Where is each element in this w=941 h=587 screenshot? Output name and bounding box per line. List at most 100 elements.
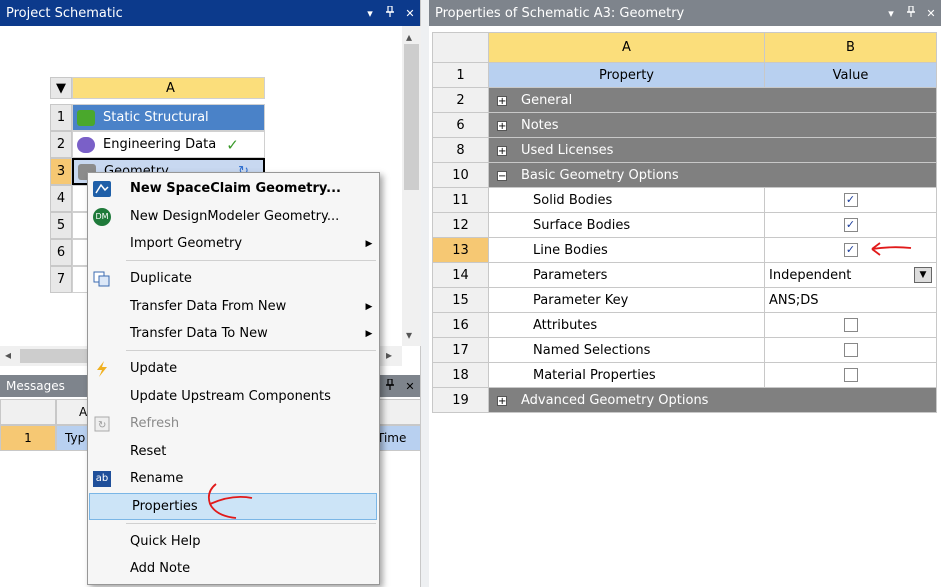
scroll-right-icon[interactable]: ▸ [386, 348, 392, 362]
property-label: Line Bodies [488, 237, 765, 263]
designmodeler-icon-text: DM [93, 207, 111, 226]
group-row-used-licenses[interactable]: 8 + Used Licenses [432, 137, 937, 163]
menu-item-label: Rename [130, 471, 184, 486]
property-value[interactable] [764, 337, 937, 363]
blank-icon [92, 388, 112, 406]
menu-separator [126, 523, 376, 524]
row-number: 5 [50, 212, 72, 239]
system-title-cell[interactable]: Static Structural [72, 104, 265, 131]
system-row-1[interactable]: 1 Static Structural [50, 104, 265, 131]
group-row-general[interactable]: 2 + General [432, 87, 937, 113]
property-value[interactable] [764, 362, 937, 388]
row-number: 15 [432, 287, 489, 313]
property-row-solid-bodies[interactable]: 11 Solid Bodies ✓ [432, 187, 937, 213]
menu-item-label: Duplicate [130, 271, 192, 286]
property-label: Material Properties [488, 362, 765, 388]
collapse-icon[interactable]: − [497, 170, 507, 181]
property-row-material-properties[interactable]: 18 Material Properties [432, 362, 937, 388]
engineering-data-cell[interactable]: Engineering Data ✓ [72, 131, 265, 158]
property-row-parameters[interactable]: 14 Parameters Independent ▼ [432, 262, 937, 288]
menu-item-label: Transfer Data To New [130, 326, 268, 341]
menu-item-reset[interactable]: Reset [88, 438, 379, 465]
property-value[interactable]: ✓ [764, 212, 937, 238]
row-number: 1 [432, 62, 489, 88]
menu-item-rename[interactable]: ab Rename [88, 465, 379, 492]
group-cell[interactable]: + General [488, 87, 937, 113]
dropdown-arrow-icon[interactable]: ▼ [914, 267, 932, 283]
line-bodies-checkbox[interactable]: ✓ [843, 243, 858, 257]
scroll-left-icon[interactable]: ◂ [5, 348, 11, 362]
row-number: 3 [50, 158, 72, 185]
menu-item-transfer-to-new[interactable]: Transfer Data To New ▶ [88, 320, 379, 347]
scroll-up-icon[interactable]: ▴ [406, 30, 412, 44]
pin-icon[interactable] [380, 5, 400, 20]
pin-icon[interactable] [380, 378, 400, 393]
menu-item-label: Update Upstream Components [130, 389, 331, 404]
menu-item-duplicate[interactable]: Duplicate [88, 265, 379, 292]
menu-item-label: Properties [132, 499, 198, 514]
group-row-basic-geometry[interactable]: 10 − Basic Geometry Options [432, 162, 937, 188]
group-cell[interactable]: + Notes [488, 112, 937, 138]
property-row-surface-bodies[interactable]: 12 Surface Bodies ✓ [432, 212, 937, 238]
scroll-down-icon[interactable]: ▾ [406, 328, 412, 342]
material-properties-checkbox[interactable] [843, 368, 858, 382]
menu-item-label: New DesignModeler Geometry... [130, 209, 340, 224]
menu-item-properties[interactable]: Properties [89, 493, 377, 520]
menu-item-quick-help[interactable]: Quick Help [88, 528, 379, 555]
menu-item-update[interactable]: Update [88, 355, 379, 382]
property-row-parameter-key[interactable]: 15 Parameter Key ANS;DS [432, 287, 937, 313]
project-schematic-titlebar: Project Schematic ▾ ✕ [0, 0, 420, 26]
corner-cell [0, 399, 56, 425]
row-number: 14 [432, 262, 489, 288]
parameter-key-field[interactable]: ANS;DS [764, 287, 937, 313]
close-icon[interactable]: ✕ [400, 380, 420, 393]
property-value[interactable]: ✓ [764, 237, 937, 263]
property-label: Named Selections [488, 337, 765, 363]
solid-bodies-checkbox[interactable]: ✓ [843, 193, 858, 207]
group-row-notes[interactable]: 6 + Notes [432, 112, 937, 138]
pin-icon[interactable] [901, 5, 921, 20]
menu-item-update-upstream[interactable]: Update Upstream Components [88, 383, 379, 410]
close-icon[interactable]: ✕ [921, 7, 941, 20]
system-row-2[interactable]: 2 Engineering Data ✓ [50, 131, 265, 158]
property-row-line-bodies[interactable]: 13 Line Bodies ✓ [432, 237, 937, 263]
menu-item-refresh: ↻ Refresh [88, 410, 379, 437]
menu-item-transfer-from-new[interactable]: Transfer Data From New ▶ [88, 293, 379, 320]
rename-icon-text: ab [93, 470, 111, 487]
row-number: 18 [432, 362, 489, 388]
expand-icon[interactable]: + [497, 395, 507, 406]
property-row-named-selections[interactable]: 17 Named Selections [432, 337, 937, 363]
column-a-header: A [488, 32, 765, 63]
group-cell[interactable]: + Used Licenses [488, 137, 937, 163]
menu-item-new-spaceclaim[interactable]: New SpaceClaim Geometry... [88, 175, 379, 202]
named-selections-checkbox[interactable] [843, 343, 858, 357]
expand-icon[interactable]: + [497, 145, 507, 156]
system-menu-icon[interactable]: ▼ [50, 77, 72, 99]
parameters-dropdown[interactable]: Independent ▼ [764, 262, 937, 288]
blank-icon [92, 235, 112, 253]
group-row-advanced-geometry[interactable]: 19 + Advanced Geometry Options [432, 387, 937, 413]
menu-item-add-note[interactable]: Add Note [88, 555, 379, 582]
attributes-checkbox[interactable] [843, 318, 858, 332]
group-label: Used Licenses [521, 142, 614, 158]
column-header-row: A B [432, 32, 937, 63]
menu-item-new-designmodeler[interactable]: DM New DesignModeler Geometry... [88, 203, 379, 230]
dropdown-icon[interactable]: ▾ [881, 7, 901, 20]
group-cell[interactable]: − Basic Geometry Options [488, 162, 937, 188]
blank-icon [92, 533, 112, 551]
expand-icon[interactable]: + [497, 95, 507, 106]
system-title: Static Structural [103, 110, 209, 125]
expand-icon[interactable]: + [497, 120, 507, 131]
row-number: 8 [432, 137, 489, 163]
property-row-attributes[interactable]: 16 Attributes [432, 312, 937, 338]
close-icon[interactable]: ✕ [400, 7, 420, 20]
property-value[interactable] [764, 312, 937, 338]
vertical-scroll-thumb[interactable] [404, 44, 419, 190]
row-number: 10 [432, 162, 489, 188]
surface-bodies-checkbox[interactable]: ✓ [843, 218, 858, 232]
dropdown-icon[interactable]: ▾ [360, 7, 380, 20]
menu-item-import-geometry[interactable]: Import Geometry ▶ [88, 230, 379, 257]
submenu-arrow-icon: ▶ [365, 328, 373, 339]
property-value[interactable]: ✓ [764, 187, 937, 213]
group-cell[interactable]: + Advanced Geometry Options [488, 387, 937, 413]
